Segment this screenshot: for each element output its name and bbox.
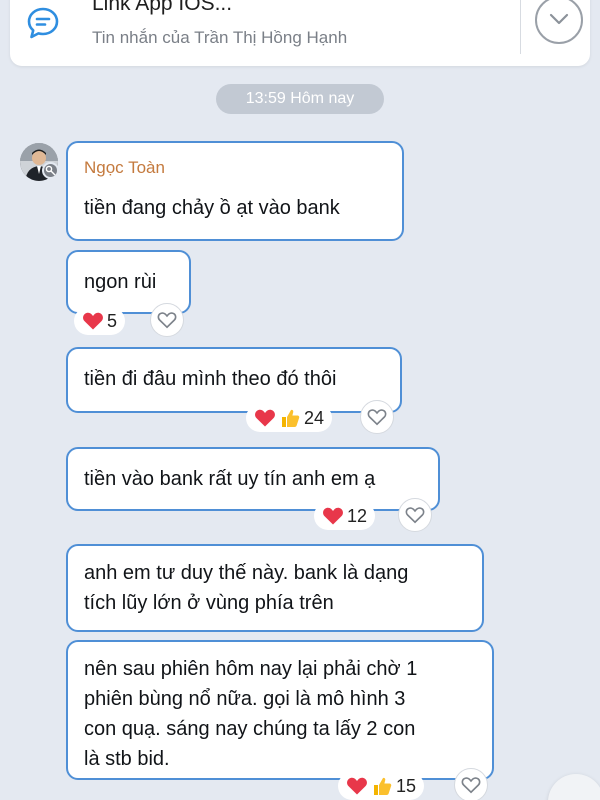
react-button[interactable] [150, 303, 184, 337]
reaction-count: 12 [347, 505, 368, 526]
thumbs-up-icon [371, 775, 393, 797]
key-badge-icon [42, 162, 59, 179]
reaction-count: 15 [396, 775, 417, 796]
sender-name: Ngọc Toàn [84, 158, 165, 177]
message-text: ngon rùi [84, 271, 157, 293]
message-bubble[interactable]: tiền đi đâu mình theo đó thôi [66, 347, 402, 413]
reaction-summary[interactable]: 5 [74, 307, 126, 335]
reaction-count: 5 [107, 310, 118, 331]
reaction-summary[interactable]: 15 [338, 772, 425, 800]
reaction-summary[interactable]: 12 [314, 502, 376, 530]
pinned-message-bar[interactable]: Link App IOS... Tin nhắn của Trần Thị Hồ… [10, 0, 590, 66]
reaction-count: 24 [304, 407, 325, 428]
divider [520, 0, 521, 54]
react-button[interactable] [398, 498, 432, 532]
message-bubble[interactable]: nên sau phiên hôm nay lại phải chờ 1 phi… [66, 640, 494, 780]
message-text-line: phiên bùng nổ nữa. gọi là mô hình 3 [84, 688, 406, 710]
heart-outline-icon [461, 776, 481, 794]
time-divider: 13:59 Hôm nay [216, 84, 384, 114]
chevron-down-icon [549, 12, 569, 26]
chat-bubble-icon [26, 6, 60, 40]
heart-outline-icon [405, 506, 425, 524]
react-button[interactable] [360, 400, 394, 434]
react-button[interactable] [454, 768, 488, 800]
message-text-line: con quạ. sáng nay chúng ta lấy 2 con [84, 718, 416, 740]
message-text: tiền vào bank rất uy tín anh em ạ [84, 468, 376, 490]
message-bubble[interactable]: anh em tư duy thế này. bank là dạng tích… [66, 544, 484, 632]
scroll-down-button[interactable] [548, 774, 600, 800]
message-text: tiền đang chảy ồ ạt vào bank [84, 197, 340, 219]
pinned-title: Link App IOS... [92, 0, 233, 15]
heart-icon [322, 506, 344, 526]
reaction-summary[interactable]: 24 [246, 404, 333, 432]
message-text-line: anh em tư duy thế này. bank là dạng [84, 562, 409, 584]
message-text: tiền đi đâu mình theo đó thôi [84, 368, 337, 390]
heart-icon [254, 408, 276, 428]
heart-icon [82, 311, 104, 331]
message-text-line: nên sau phiên hôm nay lại phải chờ 1 [84, 658, 418, 680]
thumbs-up-icon [279, 407, 301, 429]
message-text-line: là stb bid. [84, 748, 170, 770]
heart-outline-icon [157, 311, 177, 329]
heart-icon [346, 776, 368, 796]
pinned-subtitle: Tin nhắn của Trần Thị Hồng Hạnh [92, 28, 348, 47]
heart-outline-icon [367, 408, 387, 426]
message-bubble[interactable]: Ngọc Toàn tiền đang chảy ồ ạt vào bank [66, 141, 404, 241]
expand-button[interactable] [535, 0, 583, 44]
message-bubble[interactable]: tiền vào bank rất uy tín anh em ạ [66, 447, 440, 511]
message-text-line: tích lũy lớn ở vùng phía trên [84, 592, 334, 614]
